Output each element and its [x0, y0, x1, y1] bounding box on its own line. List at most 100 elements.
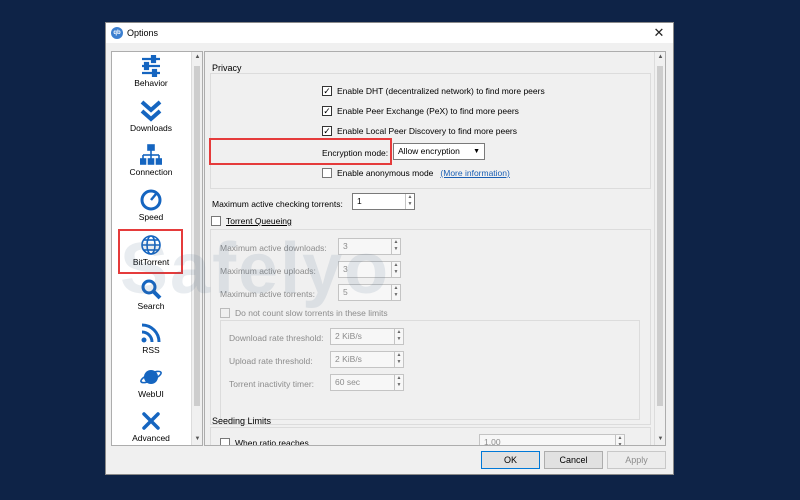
- sidebar-item-label: Advanced: [132, 433, 170, 443]
- encryption-mode-value: Allow encryption: [398, 146, 460, 156]
- torrent-queueing-checkbox[interactable]: [211, 216, 221, 226]
- spin-arrows-icon[interactable]: ▲ ▼: [391, 262, 400, 277]
- sidebar-item-label: Downloads: [129, 123, 173, 133]
- pex-option[interactable]: ✓ Enable Peer Exchange (PeX) to find mor…: [322, 106, 519, 116]
- sidebar-item-label: Search: [137, 301, 165, 311]
- bittorrent-highlight-box: [118, 229, 183, 274]
- sidebar-item-behavior[interactable]: Behavior: [112, 53, 190, 97]
- bittorrent-settings-panel: Privacy ✓ Enable DHT (decentralized netw…: [204, 51, 666, 446]
- sidebar-item-label: Speed: [138, 212, 164, 222]
- spin-arrows-icon[interactable]: ▲ ▼: [391, 239, 400, 254]
- ratio-limit-spinbox[interactable]: 1.00 ▲ ▼: [479, 434, 625, 446]
- speedometer-icon: [140, 189, 162, 211]
- content-scroll-thumb[interactable]: [657, 66, 663, 406]
- spin-arrows-icon[interactable]: ▲ ▼: [394, 375, 403, 390]
- close-button[interactable]: ✕: [651, 25, 667, 41]
- seeding-limits-title: Seeding Limits: [212, 416, 272, 426]
- max-checking-spinbox[interactable]: 1 ▲ ▼: [352, 193, 415, 210]
- scroll-down-arrow-icon[interactable]: ▼: [655, 434, 665, 445]
- options-window: qb Options ✕ Behavior Downloads Connecti…: [105, 22, 674, 475]
- max-torrents-value: 5: [343, 287, 348, 297]
- pex-label: Enable Peer Exchange (PeX) to find more …: [337, 106, 519, 116]
- planet-icon: [140, 370, 162, 384]
- sidebar-item-label: WebUI: [138, 389, 164, 399]
- sidebar-item-speed[interactable]: Speed: [112, 187, 190, 231]
- sidebar-item-label: Behavior: [134, 78, 168, 88]
- sidebar-item-label: RSS: [142, 345, 160, 355]
- sidebar-item-rss[interactable]: RSS: [112, 320, 190, 364]
- chevron-down-icon: ▼: [473, 148, 480, 155]
- slow-torrents-option[interactable]: Do not count slow torrents in these limi…: [220, 308, 388, 318]
- title-bar: qb Options ✕: [106, 23, 673, 43]
- max-torrents-spinbox[interactable]: 5 ▲ ▼: [338, 284, 401, 301]
- qbittorrent-app-icon: qb: [111, 27, 123, 39]
- lpd-checkbox[interactable]: ✓: [322, 126, 332, 136]
- more-information-link[interactable]: (More information): [440, 168, 509, 178]
- spin-arrows-icon[interactable]: ▲ ▼: [394, 329, 403, 344]
- max-downloads-spinbox[interactable]: 3 ▲ ▼: [338, 238, 401, 255]
- ratio-limit-label: When ratio reaches: [235, 438, 309, 446]
- dht-label: Enable DHT (decentralized network) to fi…: [337, 86, 545, 96]
- sidebar-item-webui[interactable]: WebUI: [112, 364, 190, 408]
- max-torrents-label: Maximum active torrents:: [220, 289, 315, 299]
- max-checking-value: 1: [357, 196, 362, 206]
- torrent-queueing-label: Torrent Queueing: [226, 216, 292, 226]
- pex-checkbox[interactable]: ✓: [322, 106, 332, 116]
- cancel-button[interactable]: Cancel: [544, 451, 603, 469]
- scroll-down-arrow-icon[interactable]: ▼: [192, 434, 202, 445]
- lpd-label: Enable Local Peer Discovery to find more…: [337, 126, 518, 136]
- ratio-limit-value: 1.00: [484, 437, 501, 446]
- max-downloads-value: 3: [343, 241, 348, 251]
- sidebar-item-downloads[interactable]: Downloads: [112, 98, 190, 142]
- slow-torrents-checkbox[interactable]: [220, 308, 230, 318]
- encryption-highlight-box: [209, 138, 392, 165]
- sidebar-item-label: Connection: [129, 167, 173, 177]
- apply-button[interactable]: Apply: [607, 451, 666, 469]
- anonymous-mode-option[interactable]: Enable anonymous mode (More information): [322, 168, 510, 178]
- inactivity-timer-value: 60 sec: [335, 377, 361, 387]
- content-scrollbar[interactable]: ▲ ▼: [654, 52, 665, 445]
- upload-threshold-value: 2 KiB/s: [335, 354, 362, 364]
- upload-threshold-label: Upload rate threshold:: [229, 356, 313, 366]
- lpd-option[interactable]: ✓ Enable Local Peer Discovery to find mo…: [322, 126, 517, 136]
- max-downloads-label: Maximum active downloads:: [220, 243, 327, 253]
- sliders-icon: [142, 55, 160, 77]
- magnifier-icon: [141, 279, 162, 300]
- ratio-limit-checkbox[interactable]: [220, 438, 230, 445]
- double-chevron-down-icon: [140, 100, 162, 122]
- anonymous-mode-checkbox[interactable]: [322, 168, 332, 178]
- ok-button[interactable]: OK: [481, 451, 540, 469]
- upload-threshold-spinbox[interactable]: 2 KiB/s ▲ ▼: [330, 351, 404, 368]
- max-uploads-spinbox[interactable]: 3 ▲ ▼: [338, 261, 401, 278]
- dht-option[interactable]: ✓ Enable DHT (decentralized network) to …: [322, 86, 545, 96]
- anonymous-mode-label: Enable anonymous mode: [337, 168, 434, 178]
- scroll-up-arrow-icon[interactable]: ▲: [655, 52, 665, 63]
- rss-icon: [141, 323, 161, 343]
- spin-arrows-icon[interactable]: ▲ ▼: [405, 194, 414, 209]
- sidebar-scrollbar[interactable]: ▲ ▼: [191, 52, 202, 445]
- sidebar-item-search[interactable]: Search: [112, 276, 190, 320]
- spin-arrows-icon[interactable]: ▲ ▼: [391, 285, 400, 300]
- scroll-up-arrow-icon[interactable]: ▲: [192, 52, 202, 63]
- slow-torrents-label: Do not count slow torrents in these limi…: [235, 308, 388, 318]
- tools-icon: [142, 412, 160, 430]
- spin-arrows-icon[interactable]: ▲ ▼: [394, 352, 403, 367]
- torrent-queueing-option[interactable]: Torrent Queueing: [211, 216, 292, 226]
- max-uploads-value: 3: [343, 264, 348, 274]
- dht-checkbox[interactable]: ✓: [322, 86, 332, 96]
- window-title: Options: [127, 28, 159, 38]
- spin-arrows-icon[interactable]: ▲ ▼: [615, 435, 624, 445]
- inactivity-timer-spinbox[interactable]: 60 sec ▲ ▼: [330, 374, 404, 391]
- sidebar-item-connection[interactable]: Connection: [112, 142, 190, 186]
- privacy-group-title: Privacy: [212, 63, 242, 73]
- download-threshold-label: Download rate threshold:: [229, 333, 324, 343]
- download-threshold-value: 2 KiB/s: [335, 331, 362, 341]
- inactivity-timer-label: Torrent inactivity timer:: [229, 379, 315, 389]
- sidebar-scroll-thumb[interactable]: [194, 66, 200, 406]
- ratio-limit-option[interactable]: When ratio reaches: [220, 438, 309, 446]
- download-threshold-spinbox[interactable]: 2 KiB/s ▲ ▼: [330, 328, 404, 345]
- max-uploads-label: Maximum active uploads:: [220, 266, 316, 276]
- sidebar-item-advanced[interactable]: Advanced: [112, 408, 190, 445]
- network-icon: [140, 144, 162, 165]
- encryption-mode-select[interactable]: Allow encryption ▼: [393, 143, 485, 160]
